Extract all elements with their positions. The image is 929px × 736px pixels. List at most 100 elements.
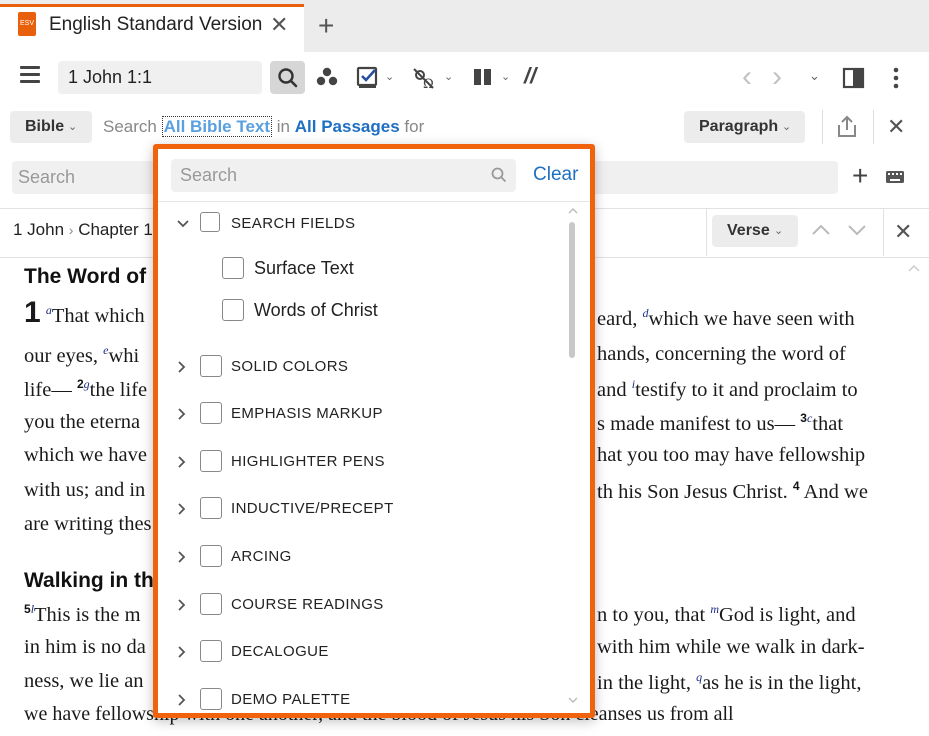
verse-text: th his Son Jesus Christ. <box>597 480 793 503</box>
section-checkbox[interactable] <box>200 640 222 662</box>
add-term-icon[interactable]: + <box>852 162 868 190</box>
sentence-search-word: Search <box>103 117 157 136</box>
breadcrumb-chapter[interactable]: Chapter 1 <box>78 220 153 239</box>
scroll-up-icon[interactable] <box>906 262 922 274</box>
columns-icon[interactable] <box>472 67 494 87</box>
search-input-placeholder: Search <box>18 167 76 187</box>
footnote-marker[interactable]: m <box>710 602 719 616</box>
parallel-icon[interactable]: // <box>524 63 536 89</box>
chevron-down-icon: ⌄ <box>782 121 792 133</box>
section-label: EMPHASIS MARKUP <box>231 405 383 422</box>
section-label: COURSE READINGS <box>231 596 384 613</box>
new-tab-icon[interactable]: + <box>318 12 334 40</box>
section-checkbox[interactable] <box>200 688 222 710</box>
checklist-icon[interactable] <box>356 66 380 88</box>
chevron-down-icon[interactable]: ⌄ <box>444 70 453 83</box>
verse-text: hands, concerning the word of <box>597 343 846 365</box>
chevron-right-icon[interactable] <box>176 360 188 374</box>
divider <box>822 110 823 144</box>
scroll-down-icon[interactable] <box>566 694 580 706</box>
keyboard-icon[interactable] <box>885 170 905 184</box>
section-checkbox[interactable] <box>200 450 222 472</box>
svg-text:Ω: Ω <box>423 77 434 90</box>
verse-text: life— <box>24 378 77 401</box>
divider <box>706 208 707 256</box>
field-selector-link[interactable]: All Bible Text <box>161 116 273 137</box>
chevron-up-icon[interactable] <box>810 222 832 238</box>
resources-icon[interactable] <box>314 66 340 88</box>
share-icon[interactable] <box>835 114 859 140</box>
verse-text: which we have <box>24 444 147 466</box>
close-search-icon[interactable]: ✕ <box>887 114 905 140</box>
chevron-down-icon[interactable] <box>176 218 190 230</box>
verse-text: eard, <box>597 307 643 330</box>
chevron-down-icon[interactable] <box>846 222 868 238</box>
scroll-up-icon[interactable] <box>566 205 580 217</box>
more-options-icon[interactable] <box>889 66 903 90</box>
verse-number: 3 <box>800 411 807 425</box>
popup-scrollbar-thumb[interactable] <box>569 222 575 358</box>
verse-text: the life <box>89 378 148 401</box>
search-icon <box>491 167 507 183</box>
section-label: DECALOGUE <box>231 643 329 660</box>
section-label: ARCING <box>231 548 292 565</box>
field-checkbox[interactable] <box>222 257 244 279</box>
section-checkbox[interactable] <box>200 545 222 567</box>
chapter-number: 1 <box>24 296 41 329</box>
interlinear-icon[interactable]: Ω <box>411 66 437 90</box>
chevron-down-icon: ⌄ <box>774 225 784 237</box>
hamburger-menu-icon[interactable] <box>20 66 40 83</box>
section-checkbox[interactable] <box>200 355 222 377</box>
chevron-right-icon[interactable] <box>176 407 188 421</box>
chevron-down-icon[interactable]: ⌄ <box>501 70 510 83</box>
divider <box>158 201 590 202</box>
section-checkbox[interactable] <box>200 593 222 615</box>
verse-text: God is light, and <box>718 603 856 626</box>
verse-text: that <box>812 412 844 435</box>
chevron-right-icon[interactable] <box>176 645 188 659</box>
clear-button[interactable]: Clear <box>533 164 578 186</box>
view-mode-label: Paragraph <box>699 118 779 135</box>
breadcrumb: 1 John › Chapter 1 <box>13 220 153 240</box>
chevron-right-icon[interactable] <box>176 598 188 612</box>
verse-text: are writing thes <box>24 513 152 535</box>
tab-title: English Standard Version <box>49 14 263 35</box>
search-sentence: Search All Bible Text in All Passages fo… <box>103 116 425 137</box>
section-label: SEARCH FIELDS <box>231 215 356 232</box>
verse-text: And we <box>799 480 868 503</box>
chevron-right-icon[interactable] <box>176 502 188 516</box>
breadcrumb-book[interactable]: 1 John <box>13 220 64 239</box>
verse-text: with him while we walk in dark- <box>597 636 865 658</box>
chevron-down-icon[interactable]: ⌄ <box>385 70 394 83</box>
verse-text: ness, we lie an <box>24 670 144 692</box>
field-label: Words of Christ <box>254 300 378 320</box>
passage-selector-link[interactable]: All Passages <box>295 117 400 136</box>
sentence-for-word: for <box>404 117 425 136</box>
tab-close-icon[interactable]: ✕ <box>270 12 288 38</box>
section-checkbox[interactable] <box>200 497 222 519</box>
chevron-down-icon: ⌄ <box>68 121 78 133</box>
close-results-icon[interactable]: ✕ <box>894 219 912 245</box>
field-label: Surface Text <box>254 258 354 278</box>
forward-icon[interactable]: › <box>772 60 782 94</box>
back-icon[interactable]: ‹ <box>742 60 752 94</box>
verse-text: s made manifest to us— <box>597 412 801 435</box>
sentence-in-word: in <box>276 117 291 136</box>
chevron-right-icon[interactable] <box>176 455 188 469</box>
history-dropdown-icon[interactable]: ⌄ <box>809 68 820 84</box>
chevron-right-icon[interactable] <box>176 693 188 707</box>
verse-number: 5 <box>24 602 31 616</box>
verse-text: in the light, <box>597 671 697 694</box>
verse-text: hat you too may have fellowship <box>597 444 866 466</box>
section-checkbox[interactable] <box>200 402 222 424</box>
reference-value: 1 John 1:1 <box>68 67 153 87</box>
search-button[interactable] <box>270 61 305 94</box>
panel-layout-icon[interactable] <box>842 67 866 89</box>
search-icon <box>278 68 298 88</box>
section-checkbox[interactable] <box>200 212 220 232</box>
verse-number: 2 <box>76 377 84 391</box>
search-scope-label: Bible <box>25 118 65 135</box>
section-label: SOLID COLORS <box>231 358 349 375</box>
field-checkbox[interactable] <box>222 299 244 321</box>
chevron-right-icon[interactable] <box>176 550 188 564</box>
